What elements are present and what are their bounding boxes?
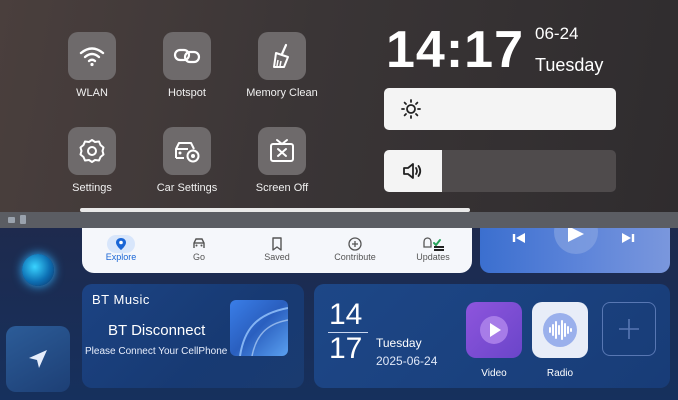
radio-wave-icon — [543, 313, 577, 347]
tab-go-label: Go — [192, 252, 205, 262]
settings-label: Settings — [72, 182, 112, 194]
settings-button[interactable]: Settings — [47, 127, 137, 194]
media-controls-graphic — [512, 228, 635, 254]
clock-date: 06-24 — [535, 24, 579, 43]
next-icon[interactable] — [622, 233, 635, 243]
screen-off-label: Screen Off — [255, 182, 309, 194]
navigation-button[interactable] — [6, 326, 70, 392]
bt-prompt: Please Connect Your CellPhone — [85, 346, 228, 357]
speaker-icon — [403, 163, 422, 179]
previous-icon[interactable] — [512, 233, 525, 243]
app-video-label: Video — [481, 368, 507, 379]
album-art-graphic — [239, 307, 288, 356]
tab-saved-label: Saved — [264, 252, 290, 262]
broom-icon — [273, 43, 289, 68]
hotspot-label: Hotspot — [168, 87, 206, 99]
car-icon — [193, 237, 205, 248]
status-icon — [8, 217, 15, 223]
wifi-icon — [79, 47, 105, 67]
memory-clean-button[interactable]: Memory Clean — [237, 32, 327, 99]
screen-off-icon — [270, 139, 294, 162]
car-settings-label: Car Settings — [156, 182, 218, 194]
tab-updates[interactable]: Updates — [394, 228, 472, 273]
navigation-arrow-icon — [29, 350, 47, 368]
bell-icon — [423, 236, 444, 251]
date-apps-card: 14 17 Tuesday 2025-06-24 Video Radio — [314, 284, 670, 388]
media-controls — [480, 228, 670, 273]
tab-updates-label: Updates — [416, 252, 450, 262]
clock-weekday: Tuesday — [535, 55, 604, 75]
app-radio[interactable]: Radio — [532, 302, 588, 379]
tab-explore[interactable]: Explore — [82, 228, 160, 273]
status-bar — [0, 212, 678, 228]
tab-contribute[interactable]: Contribute — [316, 228, 394, 273]
sun-icon — [401, 99, 421, 119]
link-icon — [173, 48, 201, 64]
app-radio-label: Radio — [546, 368, 574, 379]
bt-music-title: BT Music — [92, 292, 150, 307]
memory-clean-label: Memory Clean — [246, 87, 318, 99]
plus-circle-icon — [348, 236, 362, 251]
tab-saved[interactable]: Saved — [238, 228, 316, 273]
clock-time: 14:17 — [386, 21, 524, 79]
left-dock — [0, 228, 72, 400]
date-full: 2025-06-24 — [376, 354, 438, 368]
bt-music-card[interactable]: BT Music BT Disconnect Please Connect Yo… — [82, 284, 304, 388]
album-art — [230, 300, 288, 356]
date-day-bottom: 17 — [329, 332, 363, 365]
add-app-button[interactable] — [602, 302, 656, 356]
status-icon — [20, 215, 26, 224]
car-gear-icon — [175, 142, 200, 163]
hotspot-toggle[interactable]: Hotspot — [142, 32, 232, 99]
control-center-panel: WLAN Hotspot Memory Clean Settings Car S… — [0, 0, 678, 212]
bt-status: BT Disconnect — [108, 322, 206, 339]
app-video[interactable]: Video — [466, 302, 522, 379]
brightness-slider[interactable] — [384, 88, 616, 130]
map-navigation-bar: Explore Go Saved Contribute Updates — [82, 228, 472, 273]
tab-contribute-label: Contribute — [334, 252, 376, 262]
wlan-label: WLAN — [76, 87, 108, 99]
plus-icon — [619, 319, 639, 339]
gear-icon — [79, 139, 105, 163]
tab-go[interactable]: Go — [160, 228, 238, 273]
tab-explore-label: Explore — [105, 252, 137, 262]
volume-slider[interactable] — [384, 150, 616, 192]
date-weekday: Tuesday — [376, 336, 422, 350]
date-day-top: 14 — [329, 298, 363, 331]
location-pin-icon — [116, 237, 126, 250]
wlan-toggle[interactable]: WLAN — [47, 32, 137, 99]
screen-off-button[interactable]: Screen Off — [237, 127, 327, 194]
bookmark-icon — [272, 236, 282, 251]
assistant-orb-icon[interactable] — [22, 254, 54, 286]
play-icon — [480, 316, 508, 344]
car-settings-button[interactable]: Car Settings — [142, 127, 232, 194]
